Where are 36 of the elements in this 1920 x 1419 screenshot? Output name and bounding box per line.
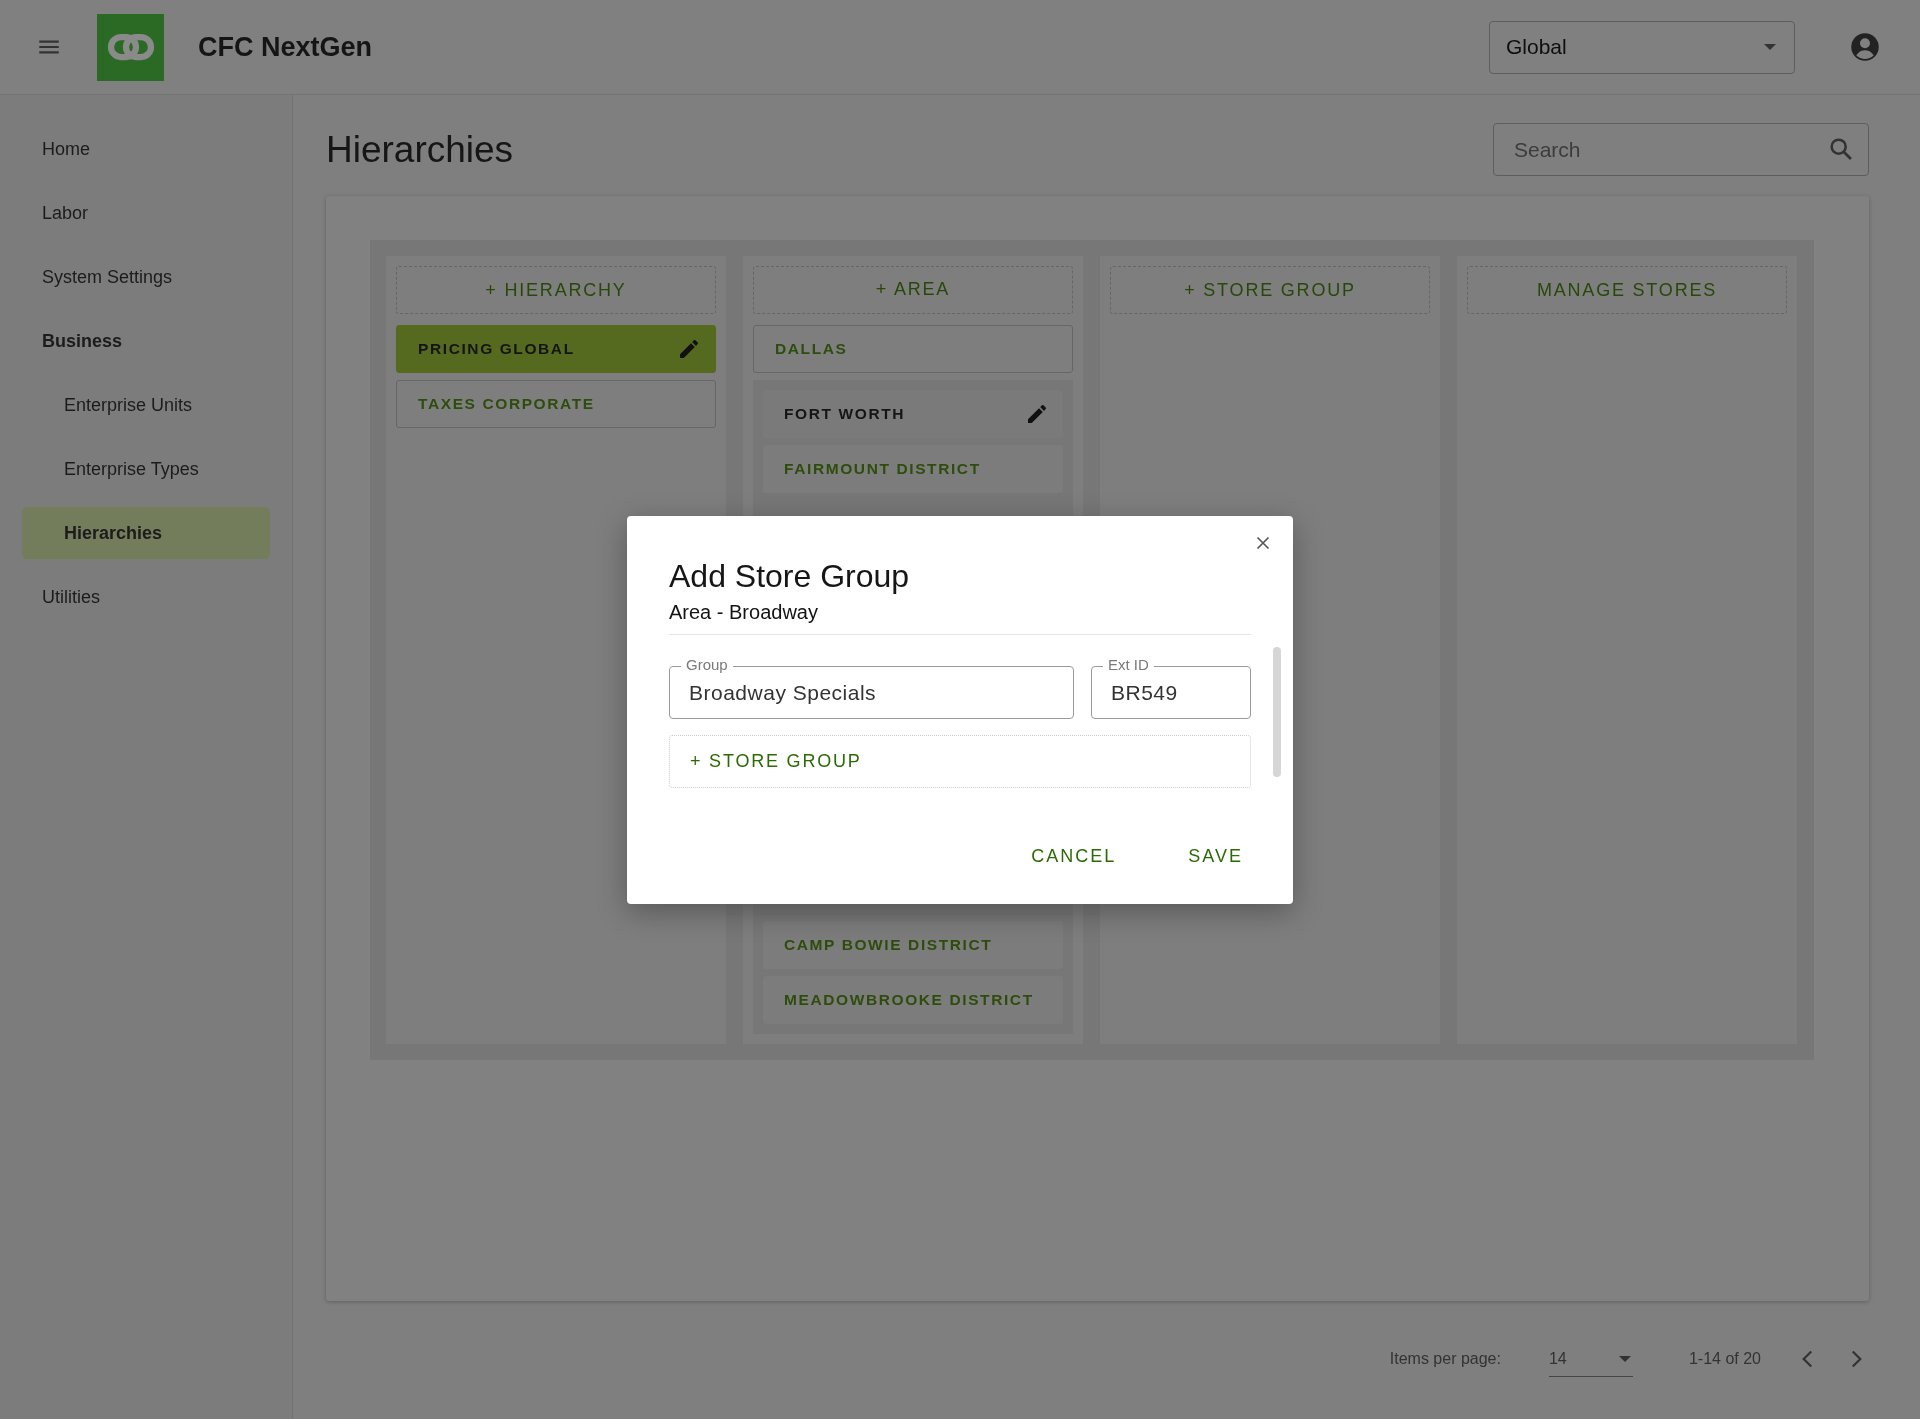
list-item[interactable]: FAIRMOUNT DISTRICT: [763, 444, 1063, 493]
nav-item[interactable]: Utilities: [22, 571, 270, 623]
dropdown-icon: [1618, 1355, 1631, 1362]
list-item[interactable]: MEADOWBROOKE DISTRICT: [763, 976, 1063, 1024]
list-item[interactable]: CAMP BOWIE DISTRICT: [763, 921, 1063, 969]
scope-select[interactable]: Global: [1489, 20, 1795, 74]
add-button[interactable]: MANAGE STORES: [1467, 266, 1787, 314]
list-item[interactable]: TAXES CORPORATE: [396, 380, 716, 428]
nav-item[interactable]: Business: [22, 315, 270, 367]
edit-icon[interactable]: [677, 337, 701, 361]
nav-item[interactable]: Hierarchies: [22, 507, 270, 559]
app-title: CFC NextGen: [198, 31, 373, 63]
nav-item[interactable]: Enterprise Units: [22, 379, 270, 431]
list-item[interactable]: DALLAS: [753, 324, 1073, 373]
nav-item[interactable]: Home: [22, 123, 270, 175]
account-icon[interactable]: [1850, 32, 1880, 62]
add-button[interactable]: + HIERARCHY: [396, 266, 716, 314]
dialog-action-button[interactable]: SAVE: [1172, 838, 1259, 875]
search-field[interactable]: Search: [1493, 123, 1869, 176]
dropdown-icon: [1764, 44, 1776, 50]
dialog-title: Add Store Group: [669, 558, 911, 595]
page-title: Hierarchies: [326, 128, 514, 171]
dialog-action-button[interactable]: CANCEL: [1015, 838, 1133, 875]
dialog-subtitle: Area - Broadway: [669, 601, 1251, 635]
list-item[interactable]: PRICING GLOBAL: [396, 325, 716, 373]
nav-item[interactable]: Enterprise Types: [22, 443, 270, 495]
page-size-select[interactable]: 14: [1548, 1341, 1633, 1377]
scrollbar[interactable]: [1273, 647, 1281, 777]
items-per-page-label: Items per page:: [1389, 1350, 1501, 1368]
page-range: 1-14 of 20: [1688, 1350, 1761, 1368]
add-button[interactable]: + AREA: [753, 266, 1073, 314]
add-store-group-button[interactable]: + STORE GROUP: [669, 735, 1251, 788]
logo-icon: [97, 13, 164, 81]
nav-item[interactable]: Labor: [22, 187, 270, 239]
nav-item[interactable]: System Settings: [22, 251, 270, 303]
add-button[interactable]: + STORE GROUP: [1110, 266, 1430, 314]
